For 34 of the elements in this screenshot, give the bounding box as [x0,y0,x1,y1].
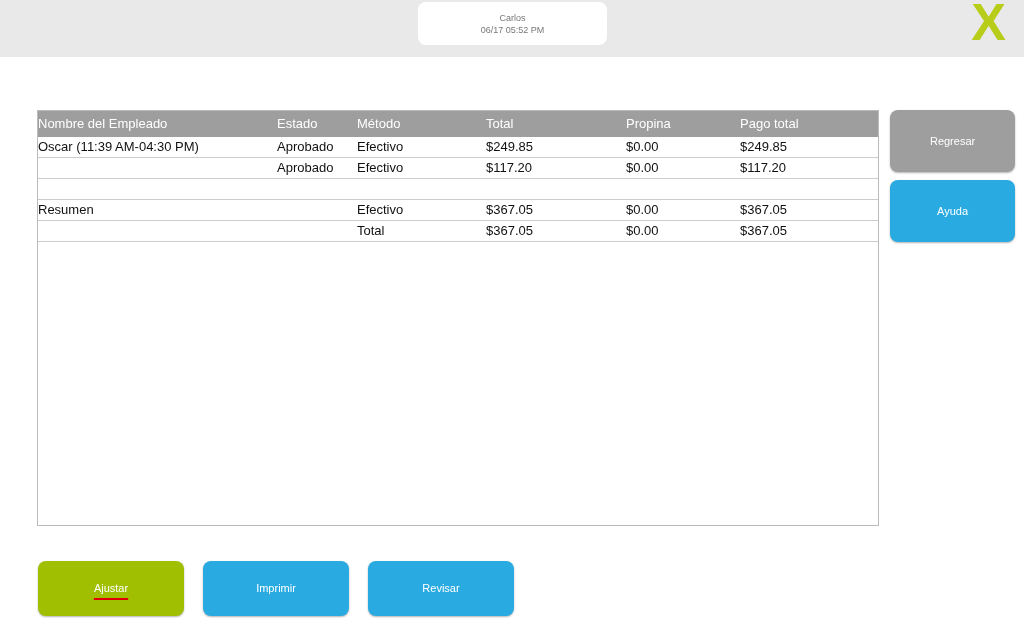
side-button[interactable]: Regresar [890,110,1015,172]
table-cell-text: $367.05 [486,222,534,241]
table-cell-text: Aprobado [277,159,335,178]
column-header: Método [357,115,402,134]
side-button[interactable]: Ayuda [890,180,1015,242]
table-cell-text: $117.20 [486,159,534,178]
table-cell-text: Efectivo [357,201,405,220]
date-time: 06/17 05:52 PM [480,23,545,36]
column-header: Estado [277,115,319,134]
user-name: Carlos [499,11,526,24]
logo: X [971,0,1006,48]
table-cell-text: Efectivo [357,159,405,178]
table-cell-text: $0.00 [626,201,660,220]
column-header: Propina [626,115,672,134]
action-button[interactable]: Ajustar [38,561,184,616]
table-cell-text: $0.00 [626,159,660,178]
action-button[interactable]: Imprimir [203,561,349,616]
table-cell-text: $249.85 [486,138,534,157]
table-cell-text: $0.00 [626,138,660,157]
table-cell-text: $0.00 [626,222,660,241]
table-cell-text: Aprobado [277,138,335,157]
table-cell-text: $367.05 [486,201,534,220]
table-cell-text: $367.05 [740,222,788,241]
table-cell-text: $249.85 [740,138,788,157]
table-cell-text: $367.05 [740,201,788,220]
action-button[interactable]: Revisar [368,561,514,616]
column-header: Total [486,115,515,134]
table-cell-text: $117.20 [740,159,788,178]
column-header: Pago total [740,115,800,134]
column-header: Nombre del Empleado [38,115,169,134]
table-cell-text: Oscar (11:39 AM-04:30 PM) [38,138,200,157]
table-cell-text: Total [357,222,386,241]
table-cell-text: Resumen [38,201,95,220]
table-cell-text: Efectivo [357,138,405,157]
